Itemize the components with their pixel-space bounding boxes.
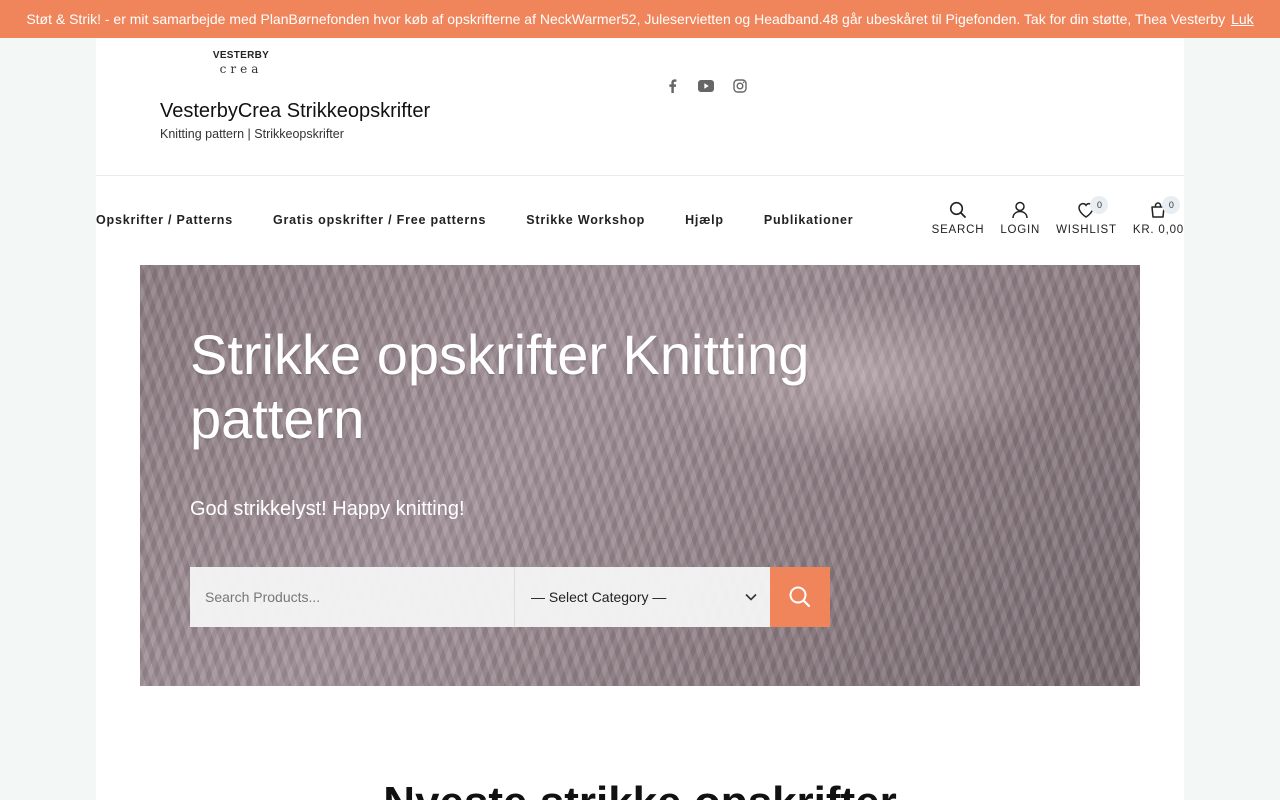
facebook-icon[interactable] [664, 78, 680, 94]
wishlist-tool[interactable]: 0 WISHLIST [1056, 196, 1117, 236]
announcement-bar: Støt & Strik! - er mit samarbejde med Pl… [0, 0, 1280, 38]
category-select[interactable]: — Select Category — [514, 567, 770, 627]
hero-subtitle: God strikkelyst! Happy knitting! [190, 498, 465, 520]
user-icon [1012, 201, 1028, 219]
nav-item-help[interactable]: Hjælp [685, 213, 724, 227]
logo-line-2: crea [219, 62, 263, 76]
main-nav: Opskrifter / Patterns Gratis opskrifter … [96, 213, 893, 227]
wishlist-count-badge: 0 [1090, 196, 1109, 214]
cart-total-label: KR. 0,00 [1132, 224, 1184, 236]
login-tool-label: LOGIN [1000, 224, 1041, 236]
hero-banner: Strikke opskrifter Knitting pattern God … [140, 265, 1140, 686]
nav-item-free-patterns[interactable]: Gratis opskrifter / Free patterns [273, 213, 486, 227]
site-tagline: Knitting pattern | Strikkeopskrifter [160, 127, 344, 141]
nav-item-publications[interactable]: Publikationer [764, 213, 854, 227]
logo-line-1: VESTERBY [212, 50, 270, 61]
header-divider [96, 175, 1184, 176]
wishlist-tool-label: WISHLIST [1056, 224, 1117, 236]
youtube-icon[interactable] [698, 78, 714, 94]
instagram-icon[interactable] [732, 78, 748, 94]
hero-title: Strikke opskrifter Knitting pattern [190, 323, 810, 450]
cart-count-badge: 0 [1162, 196, 1181, 214]
product-search-button[interactable] [770, 567, 830, 627]
product-search-form: — Select Category — [190, 567, 830, 627]
search-icon [949, 201, 966, 218]
nav-item-patterns[interactable]: Opskrifter / Patterns [96, 213, 233, 227]
search-tool-label: SEARCH [931, 224, 985, 236]
login-tool[interactable]: LOGIN [1000, 200, 1040, 236]
section-heading: Nyeste strikke opskrifter [96, 778, 1184, 800]
nav-item-workshop[interactable]: Strikke Workshop [526, 213, 645, 227]
page-container: VESTERBY crea VesterbyCrea Strikkeopskri… [96, 38, 1184, 800]
announcement-text: Støt & Strik! - er mit samarbejde med Pl… [26, 11, 1226, 27]
announcement-close-link[interactable]: Luk [1231, 11, 1254, 27]
search-tool[interactable]: SEARCH [932, 200, 985, 236]
search-icon [789, 586, 811, 608]
site-logo[interactable]: VESTERBY crea [212, 50, 270, 80]
site-title[interactable]: VesterbyCrea Strikkeopskrifter [160, 100, 430, 123]
header-tools: SEARCH LOGIN 0 WISHLIST 0 KR. 0,00 [932, 196, 1184, 236]
category-select-value: — Select Category — [531, 589, 667, 605]
social-links [664, 78, 748, 94]
product-search-input[interactable] [190, 567, 514, 627]
chevron-down-icon [745, 593, 757, 601]
cart-tool[interactable]: 0 KR. 0,00 [1132, 196, 1184, 236]
